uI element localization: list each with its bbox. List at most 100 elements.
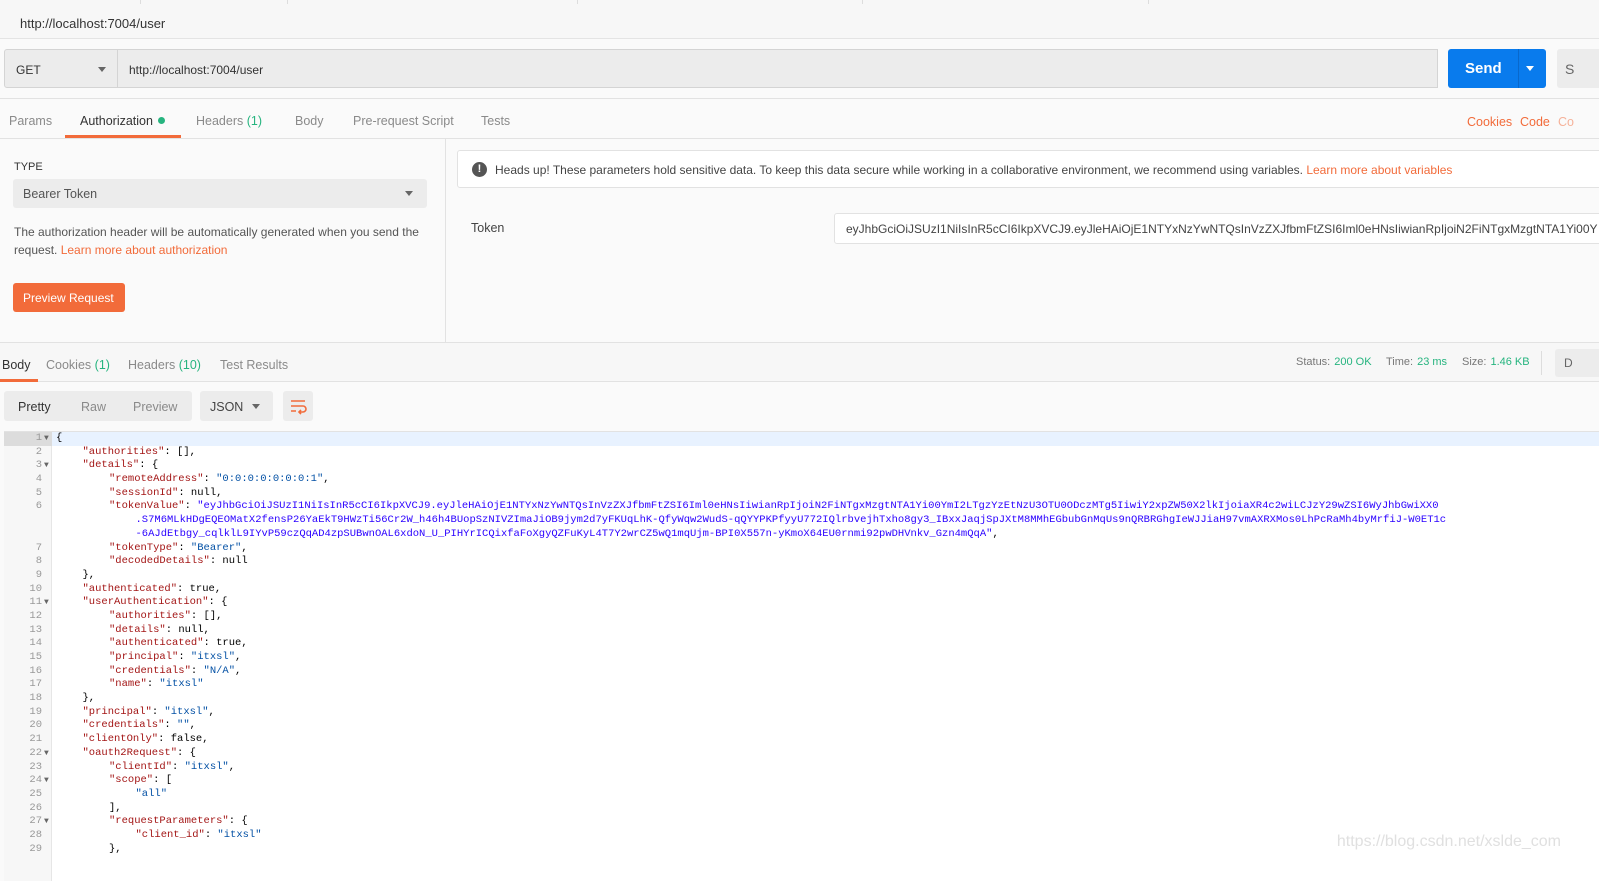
tab-divider [140,0,141,4]
json-string: "0:0:0:0:0:0:0:1" [216,473,324,486]
json-key: "authenticated" [109,637,204,650]
wrap-lines-button[interactable] [283,391,313,421]
line-number: 8 [35,555,42,568]
code-text: }, [109,843,122,857]
send-options-chevron-icon[interactable] [1526,66,1534,71]
code-text: { [56,432,62,446]
raw-button[interactable]: Raw [81,400,106,414]
download-button[interactable]: D [1555,349,1599,377]
json-punct: , [992,527,999,540]
json-key: "details" [82,459,140,472]
tab-body[interactable]: Body [295,114,324,128]
fold-toggle-icon[interactable]: ▼ [44,596,49,610]
code-line: 24 ▼ "scope": [ [4,774,1599,788]
cookies-link[interactable]: Cookies [1467,115,1512,129]
json-punct: : [ [153,774,173,787]
json-punct: : { [139,459,159,472]
token-input[interactable]: eyJhbGciOiJSUzI1NiIsInR5cCI6IkpXVCJ9.eyJ… [834,213,1599,244]
tab-authorization[interactable]: Authorization [80,114,165,128]
tab-divider [1148,0,1149,4]
code-text: "name": "itxsl" [109,678,204,692]
fold-toggle-icon[interactable]: ▼ [44,774,49,788]
code-text: "credentials": "", [83,719,196,733]
response-body-editor[interactable]: 1 ▼{2 "authorities": [], 3 ▼ "details": {4 "re… [4,431,1599,881]
divider [1518,49,1519,88]
response-tab-headers[interactable]: Headers (10) [128,358,201,372]
send-button[interactable]: Send [1448,49,1546,88]
tab-pre-request-script[interactable]: Pre-request Script [353,114,454,128]
code-text: }, [83,569,96,583]
json-punct: , [208,705,215,718]
code-text: "oauth2Request": { [83,747,196,761]
tab-divider [862,0,863,4]
learn-more-variables-link[interactable]: Learn more about variables [1306,163,1452,177]
tab-label: Headers [196,114,244,128]
url-bar: GET http://localhost:7004/user Send S [4,49,1599,88]
json-punct: , [241,541,248,554]
fold-toggle-icon[interactable]: ▼ [44,747,49,761]
response-tab-test-results[interactable]: Test Results [220,358,288,372]
tab-divider [287,0,288,4]
url-input[interactable]: http://localhost:7004/user [118,49,1438,88]
code-line: 19 "principal": "itxsl", [4,706,1599,720]
chevron-down-icon [98,67,106,72]
fold-toggle-icon[interactable]: ▼ [44,815,49,829]
code-line: 21 "clientOnly": false, [4,733,1599,747]
send-label: Send [1465,60,1502,77]
json-punct: }, [109,842,122,855]
preview-request-button[interactable]: Preview Request [13,283,125,312]
line-number: 20 [29,719,42,732]
fold-toggle-icon[interactable]: ▼ [44,459,49,473]
code-line: 20 "credentials": "", [4,719,1599,733]
json-key: "client_id" [135,828,205,841]
learn-more-authorization-link[interactable]: Learn more about authorization [61,243,228,257]
chevron-down-icon [405,191,413,196]
fold-toggle-icon[interactable]: ▼ [44,432,49,446]
response-tab-body[interactable]: Body [2,358,31,372]
line-number: 22 [29,746,42,759]
code-line: 3 ▼ "details": { [4,459,1599,473]
json-punct: : [151,705,165,718]
response-tab-cookies[interactable]: Cookies (1) [46,358,110,372]
active-dot-icon [157,117,165,124]
pretty-button[interactable]: Pretty [18,400,51,414]
format-select[interactable]: JSON [200,391,273,421]
method-value: GET [16,63,41,77]
line-number: 7 [35,541,42,554]
code-text: "principal": "itxsl", [109,651,241,665]
auth-description: The authorization header will be automat… [14,223,424,259]
json-punct: : null, [178,486,223,499]
json-key: "clientId" [109,760,173,773]
code-line: 18}, [4,692,1599,706]
tab-bar: http://localhost:7004/user [0,0,1599,39]
tab-params[interactable]: Params [9,114,52,128]
save-button[interactable]: S [1557,49,1599,88]
code-text: "clientId": "itxsl", [109,761,235,775]
code-line: 7 "tokenType": "Bearer", [4,542,1599,556]
code-text: "authenticated": true, [109,637,248,651]
preview-button[interactable]: Preview [133,400,177,414]
json-punct: , [235,651,242,663]
json-string: "itxsl" [164,705,209,718]
chevron-down-icon [252,404,260,409]
tab-tests[interactable]: Tests [481,114,510,128]
request-tabs: Params Authorization Headers (1) Body Pr… [0,100,1599,138]
method-select[interactable]: GET [4,49,118,88]
comments-link[interactable]: Co [1558,115,1574,129]
size-label: Size: [1462,356,1487,368]
line-number: 5 [35,486,42,499]
json-string: "all" [135,787,168,800]
json-string: -6AJdEtbgy_cqlklL9IYvP59czQqAD4zpSUBwnOA… [135,527,993,540]
line-number: 27 [29,815,42,828]
json-punct: , [235,664,242,677]
code-text: ], [109,802,122,816]
status-label: Status: [1296,356,1331,368]
json-punct: : [178,651,191,663]
code-line: 14 "authenticated": true, [4,637,1599,651]
auth-type-select[interactable]: Bearer Token [13,179,427,208]
request-title[interactable]: http://localhost:7004/user [20,16,165,31]
tab-headers[interactable]: Headers (1) [196,114,262,128]
status-value: 200 OK [1334,356,1372,368]
code-link[interactable]: Code [1520,115,1550,129]
json-punct: : { [228,815,248,828]
